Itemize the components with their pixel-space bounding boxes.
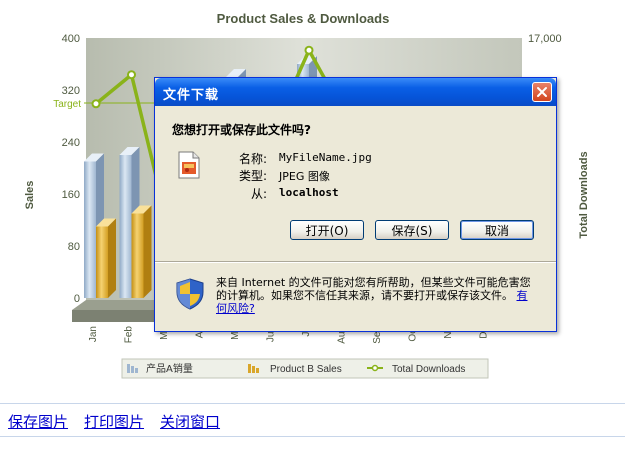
- y-tick-label: 0: [74, 293, 80, 305]
- close-window-link[interactable]: 关闭窗口: [160, 411, 220, 432]
- dialog-title-bar[interactable]: 文件下载: [155, 78, 556, 106]
- y-tick-label: 160: [62, 189, 80, 201]
- legend: 产品A销量 Product B Sales Total Downloads: [121, 358, 489, 379]
- y-tick-label: 400: [62, 33, 80, 45]
- y-tick-label: 320: [62, 85, 80, 97]
- security-shield-icon: [176, 278, 204, 310]
- file-download-dialog: 文件下载 您想打开或保存此文件吗? 名称: MyFileName.jpg 类型:…: [154, 77, 557, 332]
- file-source-value: localhost: [279, 186, 339, 199]
- x-tick-label: Feb: [124, 326, 135, 344]
- file-name-label: 名称:: [238, 152, 267, 166]
- y-tick-label: 240: [62, 137, 80, 149]
- file-type-value: JPEG 图像: [279, 170, 330, 183]
- y2-axis-label: Total Downloads: [578, 151, 590, 238]
- dialog-separator: [155, 261, 556, 263]
- bar-series-a: [119, 155, 132, 298]
- dialog-question: 您想打开或保存此文件吗?: [172, 123, 311, 137]
- y-axis-label: Sales: [24, 181, 36, 210]
- bar-series-b: [131, 213, 144, 298]
- downloads-point: [91, 99, 101, 109]
- x-tick-label: Jan: [88, 326, 99, 342]
- bar-series-a: [84, 161, 96, 298]
- legend-label-downloads: Total Downloads: [392, 364, 465, 375]
- print-image-link[interactable]: 打印图片: [84, 411, 144, 432]
- target-label: Target: [53, 99, 81, 110]
- downloads-point: [304, 45, 314, 55]
- bar-series-b-side: [143, 205, 152, 298]
- downloads-point: [127, 70, 136, 80]
- open-button[interactable]: 打开(O): [290, 220, 364, 240]
- legend-label-series-a: 产品A销量: [146, 362, 193, 375]
- chart-title: Product Sales & Downloads: [217, 11, 390, 26]
- y2-tick-max: 17,000: [528, 33, 562, 45]
- save-image-link[interactable]: 保存图片: [8, 411, 68, 432]
- links-bar: 保存图片 打印图片 关闭窗口: [0, 403, 625, 437]
- legend-swatch-series-b: [248, 364, 251, 373]
- bar-series-b-side: [108, 218, 116, 298]
- jpeg-file-icon: [178, 151, 200, 179]
- file-name-value: MyFileName.jpg: [279, 151, 372, 164]
- legend-swatch-series-a: [127, 364, 130, 373]
- close-button[interactable]: [532, 82, 552, 102]
- y-tick-label: 80: [68, 241, 80, 253]
- save-button[interactable]: 保存(S): [375, 220, 449, 240]
- legend-label-series-b: Product B Sales: [270, 364, 342, 375]
- cancel-button[interactable]: 取消: [460, 220, 534, 240]
- security-warning-text: 来自 Internet 的文件可能对您有所帮助，但某些文件可能危害您的计算机。如…: [216, 276, 531, 302]
- file-type-label: 类型:: [238, 169, 267, 183]
- y-axis-ticks: 0 80 160 240 320 400: [62, 33, 80, 305]
- file-source-label: 从:: [250, 187, 267, 201]
- dialog-title: 文件下载: [163, 88, 220, 103]
- bar-series-b: [96, 226, 108, 298]
- close-icon: [537, 87, 547, 97]
- security-warning: 来自 Internet 的文件可能对您有所帮助，但某些文件可能危害您的计算机。如…: [216, 276, 536, 315]
